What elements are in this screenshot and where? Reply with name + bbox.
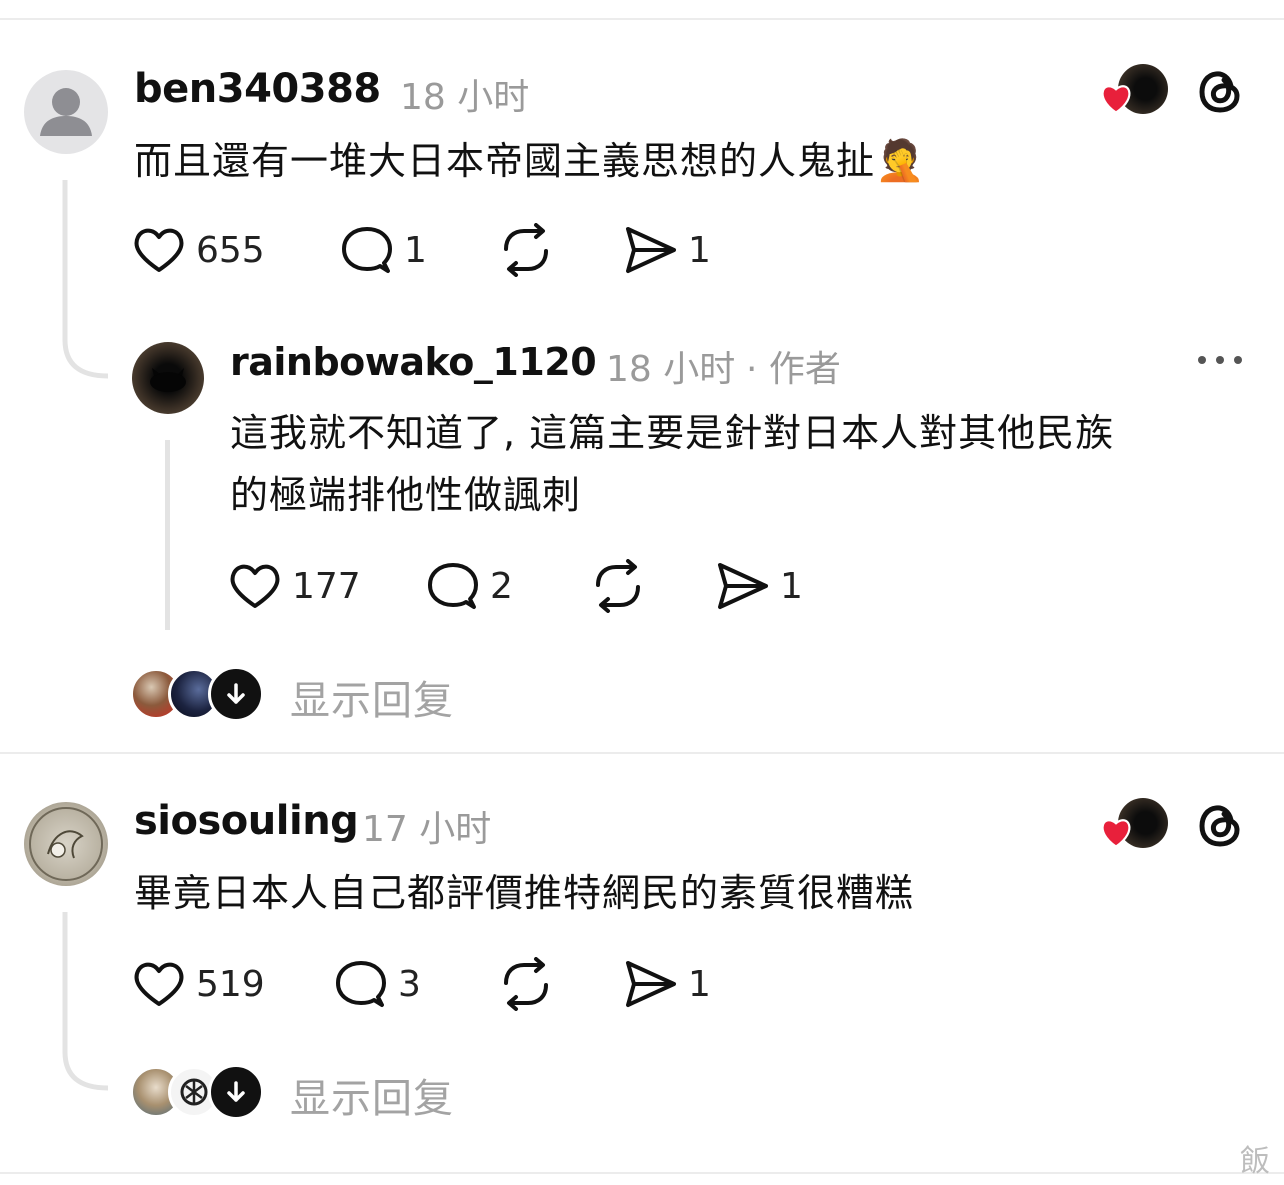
share-count: 1 (688, 229, 711, 271)
share-icon (626, 227, 676, 273)
reply-button[interactable]: 3 (334, 954, 421, 1014)
comment-icon (428, 563, 478, 609)
reply-time: 18 小时 (606, 349, 736, 390)
repost-button[interactable] (496, 220, 556, 280)
reply-share-button[interactable]: 1 (714, 556, 803, 616)
facepalm-emoji: 🤦 (875, 138, 926, 184)
comment-text: 畢竟日本人自己都評價推特網民的素質很糟糕 (134, 871, 915, 915)
default-avatar-icon (40, 88, 92, 136)
reply-repost-button[interactable] (588, 556, 648, 616)
like-count: 519 (196, 963, 265, 1005)
black-cat-avatar-icon (150, 368, 186, 392)
comment-username[interactable]: siosouling (134, 798, 359, 844)
repost-icon (596, 559, 640, 613)
heart-filled-icon (1101, 819, 1131, 848)
author-badge: · 作者 (746, 349, 841, 390)
comment-divider (0, 752, 1284, 754)
author-liked-indicator (1098, 62, 1172, 118)
reply-thread-line (165, 440, 170, 630)
watermark: 飯 (1240, 1144, 1270, 1179)
repost-icon (504, 223, 548, 277)
share-icon (626, 961, 676, 1007)
like-button[interactable]: 519 (132, 954, 265, 1014)
avatar-ben340388[interactable] (24, 70, 108, 154)
like-button[interactable]: 655 (132, 220, 265, 280)
reply-like-button[interactable]: 177 (228, 556, 361, 616)
heart-icon (230, 564, 280, 608)
heart-filled-icon (1101, 85, 1131, 114)
heart-icon (134, 228, 184, 272)
top-divider (0, 18, 1284, 20)
avatar-rainbowako[interactable] (132, 342, 204, 414)
share-button[interactable]: 1 (622, 220, 711, 280)
thread-connector (62, 912, 109, 1091)
author-liked-indicator (1098, 796, 1172, 852)
show-replies-link[interactable]: 显示回复 (290, 1066, 454, 1124)
comment-text-content: 而且還有一堆大日本帝國主義思想的人鬼扯 (134, 139, 876, 183)
threads-icon[interactable] (1196, 66, 1244, 116)
reply-share-count: 1 (780, 565, 803, 607)
share-icon (718, 563, 768, 609)
expand-replies-button[interactable] (208, 666, 264, 722)
reply-count: 1 (404, 229, 427, 271)
reply-text-line1: 這我就不知道了, 這篇主要是針對日本人對其他民族 (230, 411, 1115, 455)
repost-button[interactable] (496, 954, 556, 1014)
avatar-siosouling[interactable] (24, 802, 108, 886)
share-count: 1 (688, 963, 711, 1005)
reply-like-count: 177 (292, 565, 361, 607)
comment-icon (342, 227, 392, 273)
more-icon[interactable] (1196, 352, 1244, 368)
down-arrow-icon (227, 1081, 245, 1102)
heart-icon (134, 962, 184, 1006)
repost-icon (504, 957, 548, 1011)
like-count: 655 (196, 229, 265, 271)
threads-icon[interactable] (1196, 800, 1244, 850)
reply-button[interactable]: 1 (340, 220, 427, 280)
bottom-divider (0, 1172, 1284, 1174)
reply-text-line2: 的極端排他性做諷刺 (230, 473, 582, 517)
reply-username[interactable]: rainbowako_1120 (230, 340, 597, 384)
comment-time: 18 小时 (400, 77, 530, 118)
show-replies-link[interactable]: 显示回复 (290, 668, 454, 726)
replier-avatars[interactable] (130, 1064, 270, 1120)
thread-connector (62, 180, 109, 379)
reply-reply-count: 2 (490, 565, 513, 607)
reply-reply-button[interactable]: 2 (426, 556, 513, 616)
comment-icon (336, 961, 386, 1007)
sketch-avatar-icon (29, 807, 103, 881)
comment-time: 17 小时 (362, 809, 492, 850)
reply-count: 3 (398, 963, 421, 1005)
share-button[interactable]: 1 (622, 954, 711, 1014)
comment-text: 而且還有一堆大日本帝國主義思想的人鬼扯🤦 (134, 130, 926, 192)
expand-replies-button[interactable] (208, 1064, 264, 1120)
down-arrow-icon (227, 683, 245, 704)
replier-avatars[interactable] (130, 666, 270, 722)
comment-username[interactable]: ben340388 (134, 66, 381, 112)
